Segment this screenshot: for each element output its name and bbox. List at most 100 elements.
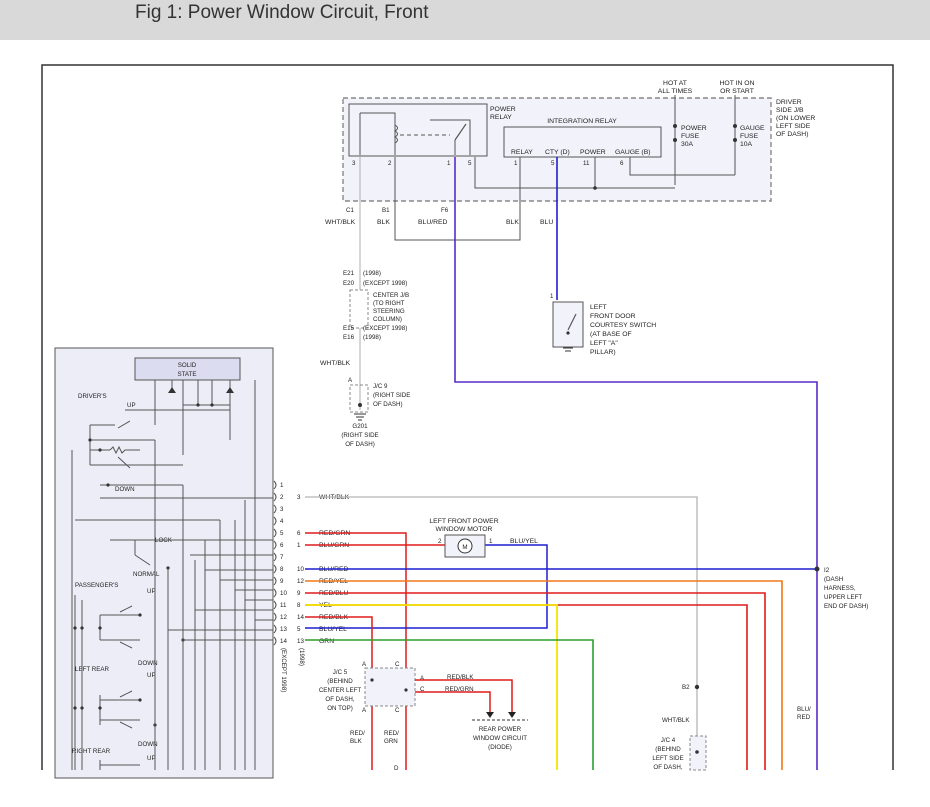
wiring-diagram: HOT AT ALL TIMES HOT IN ON OR START DRIV… xyxy=(41,64,894,779)
connector-cavity-number: 3 xyxy=(297,494,301,501)
int-pin-11: 11 xyxy=(583,160,590,167)
connector-wire-label: GRN xyxy=(319,638,334,645)
wire-label-blu-red: BLU/RED xyxy=(418,219,448,226)
connector-pin-number: 11 xyxy=(280,602,287,609)
connector-pin-number: 2 xyxy=(280,494,284,501)
connector-cavity-number: 14 xyxy=(297,614,304,621)
courtesy-switch: 1 LEFT FRONT DOOR COURTESY SWITCH (AT BA… xyxy=(550,293,656,356)
cjb-e16-year: (1998) xyxy=(363,334,381,341)
jc4-name-3: LEFT SIDE xyxy=(652,755,683,762)
connector-bracket xyxy=(273,492,277,502)
relay-pin-label-power: POWER xyxy=(580,149,606,156)
hot-at-all-times-label: HOT AT xyxy=(663,80,687,87)
relay-pin-label-cty: CTY (D) xyxy=(545,149,570,156)
jc5-pin-d: D xyxy=(394,765,399,772)
connector-pin-number: 3 xyxy=(280,506,284,513)
relay-pin-label-relay: RELAY xyxy=(511,149,533,156)
jc5-name-2: (BEHIND xyxy=(327,678,353,685)
passengers-up: UP xyxy=(147,588,156,595)
jc9-pin: A xyxy=(348,377,353,384)
int-pin-1: 1 xyxy=(514,160,518,167)
power-fuse-1: POWER xyxy=(681,125,707,132)
jc5-bottom-2a: RED/ xyxy=(384,730,399,737)
connector-cavity-number: 5 xyxy=(297,626,301,633)
cjb-name-1: CENTER J/B xyxy=(373,292,409,299)
jb-name-2: SIDE J/B xyxy=(776,107,804,114)
hot-in-on-label-2: OR START xyxy=(720,88,754,95)
master-switch-panel: SOLID STATE DRIVER'S UP DOWN LOCK NORMAL… xyxy=(54,347,274,779)
right-rear-up: UP xyxy=(147,755,156,762)
relay-pin-5: 5 xyxy=(468,160,472,167)
power-relay-label-1: POWER xyxy=(490,106,516,113)
hot-in-on-label: HOT IN ON xyxy=(720,80,755,87)
cjb-e15: E15 xyxy=(343,325,355,332)
i2-name-3: HARNESS, xyxy=(824,585,856,592)
courtesy-name-4: (AT BASE OF xyxy=(590,331,632,338)
center-junction-block: E21 (1998) E20 (EXCEPT 1998) E15 (EXCEPT… xyxy=(343,270,409,341)
jc9-name-1: J/C 9 xyxy=(373,383,388,390)
left-rear-label: LEFT REAR xyxy=(75,666,109,673)
jc5-bottom-2b: GRN xyxy=(384,738,398,745)
jc5-bottom-1a: RED/ xyxy=(350,730,365,737)
i2-name-2: (DASH xyxy=(824,576,843,583)
wire-label-wht-blk: WHT/BLK xyxy=(325,219,356,226)
motor-symbol: M xyxy=(462,544,467,551)
driver-side-junction-block: HOT AT ALL TIMES HOT IN ON OR START DRIV… xyxy=(342,80,815,214)
jc5-junction: A C A C A C J/C 5 (BEHIND CENTER LEFT OF… xyxy=(319,661,474,772)
connector-bracket xyxy=(273,588,277,598)
motor-pin-2: 2 xyxy=(438,538,442,545)
connector-cavity-number: 1 xyxy=(297,542,301,549)
gauge-fuse-3: 10A xyxy=(740,141,753,148)
connector-cavity-number: 9 xyxy=(297,590,301,597)
i2-name-4: UPPER LEFT xyxy=(824,594,862,601)
g201-label: G201 xyxy=(352,423,368,430)
normal-label: NORMAL xyxy=(133,571,160,578)
jb-name-4: LEFT SIDE xyxy=(776,123,811,130)
gauge-fuse-2: FUSE xyxy=(740,133,759,140)
jb-name-3: (ON LOWER xyxy=(776,115,815,122)
jc9-name-3: OF DASH) xyxy=(373,401,403,408)
connector-pin-number: 7 xyxy=(280,554,284,561)
wire-label-blk-2: BLK xyxy=(506,219,519,226)
connector-c1: C1 xyxy=(346,207,354,214)
jc9-name-2: (RIGHT SIDE xyxy=(373,392,410,399)
connector-pin-number: 8 xyxy=(280,566,284,573)
i2-name-5: END OF DASH) xyxy=(824,603,868,610)
drivers-down: DOWN xyxy=(115,486,135,493)
connector-cavity-number: 6 xyxy=(297,530,301,537)
int-pin-5: 5 xyxy=(551,160,555,167)
cjb-name-2: (TO RIGHT xyxy=(373,300,405,307)
motor-wire-label: BLU/YEL xyxy=(510,538,538,545)
connector-pin-number: 9 xyxy=(280,578,284,585)
i2-connector: I2 (DASH HARNESS, UPPER LEFT END OF DASH… xyxy=(824,567,868,610)
cjb-e20: E20 xyxy=(343,280,355,287)
relay-pin-label-gauge: GAUGE (B) xyxy=(615,149,651,156)
connector-bracket xyxy=(273,480,277,490)
cjb-name-4: COLUMN) xyxy=(373,316,402,323)
connector-bracket xyxy=(273,600,277,610)
jc9-wire-label: WHT/BLK xyxy=(320,360,351,367)
connector-bracket xyxy=(273,564,277,574)
motor-name-1: LEFT FRONT POWER xyxy=(429,518,498,525)
connector-pin-number: 1 xyxy=(280,482,284,489)
switch-connector: 12 3 WHT/BLK345 6 RED/GRN6 1 BLU/GRN78 10 BLU/RE… xyxy=(273,480,350,646)
jc5-pin-c-bottom: C xyxy=(395,707,400,714)
jc4-name-4: OF DASH, xyxy=(653,764,683,771)
int-pin-6: 6 xyxy=(620,160,624,167)
jc9-junction: WHT/BLK A J/C 9 (RIGHT SIDE OF DASH) G20… xyxy=(320,360,410,448)
g201-label-2: (RIGHT SIDE xyxy=(341,432,378,439)
connector-bracket xyxy=(273,516,277,526)
solid-state-2: STATE xyxy=(177,371,196,378)
connector-pin-number: 6 xyxy=(280,542,284,549)
jc5-name-1: J/C 5 xyxy=(333,669,348,676)
connector-bracket xyxy=(273,504,277,514)
power-fuse-2: FUSE xyxy=(681,133,700,140)
power-relay-label-2: RELAY xyxy=(490,114,512,121)
jc4-junction: B2 WHT/BLK J/C 4 (BEHIND LEFT SIDE OF DA… xyxy=(652,684,707,771)
cjb-e15-year: (EXCEPT 1998) xyxy=(363,325,407,332)
rear-circuit-2: WINDOW CIRCUIT xyxy=(473,735,527,742)
hot-at-all-times-label-2: ALL TIMES xyxy=(658,88,693,95)
jc5-name-3: CENTER LEFT xyxy=(319,687,362,694)
connector-pin-number: 13 xyxy=(280,626,287,633)
motor-name-2: WINDOW MOTOR xyxy=(436,526,493,533)
